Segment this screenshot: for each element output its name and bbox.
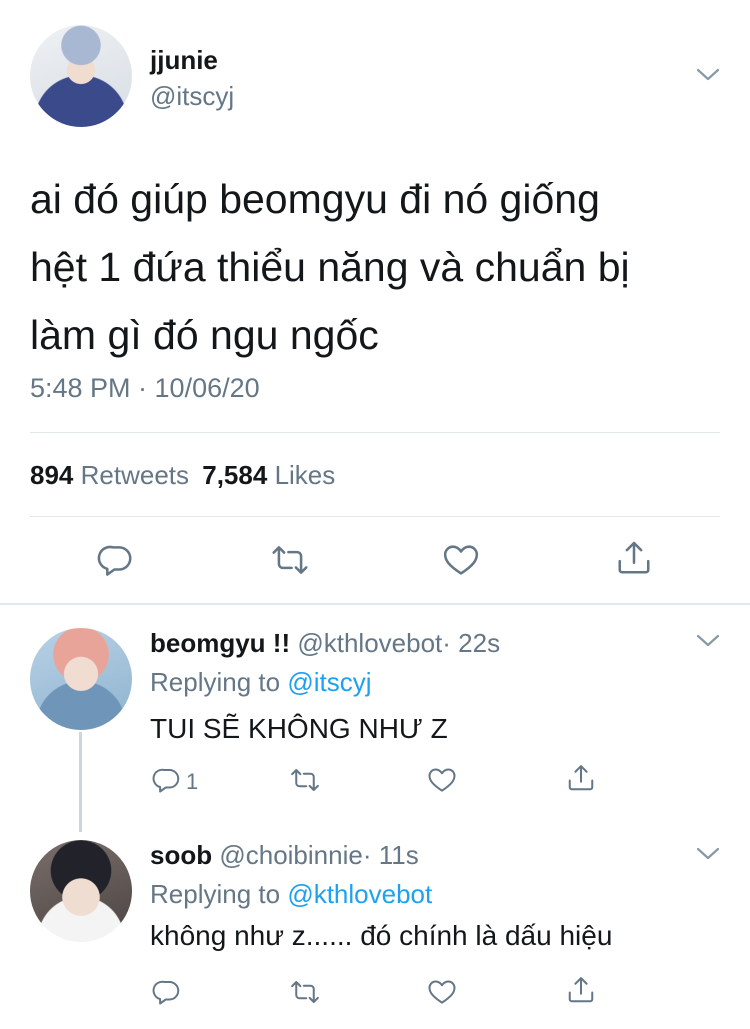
retweet-count: 894	[30, 460, 74, 490]
tweet-text-line: hệt 1 đứa thiểu năng và chuẩn bị	[30, 244, 630, 290]
engagement-stats: 894 Retweets 7,584 Likes	[30, 460, 335, 491]
replying-to: Replying to @itscyj	[150, 667, 371, 698]
like-icon[interactable]	[427, 977, 457, 1007]
reply-time[interactable]: · 22s	[442, 628, 500, 658]
like-count: 7,584	[202, 460, 268, 490]
display-name[interactable]: soob	[150, 840, 212, 870]
reply-text: không như z...... đó chính là dấu hiệu	[150, 920, 613, 951]
likes-label: Likes	[274, 460, 336, 490]
retweet-stat[interactable]: 894 Retweets	[30, 460, 196, 490]
replying-to-link[interactable]: @kthlovebot	[287, 879, 432, 909]
reply-time[interactable]: · 11s	[363, 840, 419, 870]
tweet-timestamp[interactable]: 5:48 PM · 10/06/20	[30, 373, 260, 404]
reply-icon[interactable]	[152, 977, 182, 1007]
tweet-text: ai đó giúp beomgyu đi nó giống hệt 1 đứa…	[30, 165, 630, 369]
avatar[interactable]	[30, 628, 132, 730]
reply-header: soob @choibinnie· 11s	[150, 840, 419, 871]
avatar[interactable]	[30, 25, 132, 127]
share-icon[interactable]	[566, 763, 596, 793]
like-icon[interactable]	[442, 541, 480, 579]
like-stat[interactable]: 7,584 Likes	[202, 460, 335, 490]
retweet-icon[interactable]	[289, 977, 321, 1007]
retweet-icon[interactable]	[289, 765, 321, 795]
user-handle[interactable]: @kthlovebot	[297, 628, 442, 658]
display-name[interactable]: beomgyu !!	[150, 628, 290, 658]
like-icon[interactable]	[427, 765, 457, 795]
section-divider	[0, 603, 750, 605]
user-handle[interactable]: @choibinnie	[219, 840, 362, 870]
retweets-label: Retweets	[80, 460, 190, 490]
reply-icon[interactable]	[97, 541, 135, 579]
chevron-down-icon[interactable]	[695, 845, 721, 861]
replying-to-label: Replying to	[150, 667, 281, 697]
replying-to-link[interactable]: @itscyj	[287, 667, 371, 697]
divider	[30, 516, 720, 517]
tweet-text-line: làm gì đó ngu ngốc	[30, 312, 379, 358]
reply-header: beomgyu !! @kthlovebot· 22s	[150, 628, 500, 659]
replying-to-label: Replying to	[150, 879, 281, 909]
replying-to: Replying to @kthlovebot	[150, 879, 432, 910]
chevron-down-icon[interactable]	[695, 66, 721, 82]
tweet-text-line: ai đó giúp beomgyu đi nó giống	[30, 176, 600, 222]
thread-line	[79, 732, 82, 832]
reply-count: 1	[186, 769, 199, 794]
divider	[30, 432, 720, 433]
display-name[interactable]: jjunie	[150, 45, 218, 76]
retweet-icon[interactable]	[270, 541, 310, 579]
share-icon[interactable]	[566, 975, 596, 1005]
avatar[interactable]	[30, 840, 132, 942]
reply-icon[interactable]	[152, 765, 182, 795]
reply-text: TUI SẼ KHÔNG NHƯ Z	[150, 713, 448, 744]
share-icon[interactable]	[615, 539, 653, 577]
user-handle[interactable]: @itscyj	[150, 81, 234, 112]
chevron-down-icon[interactable]	[695, 632, 721, 648]
